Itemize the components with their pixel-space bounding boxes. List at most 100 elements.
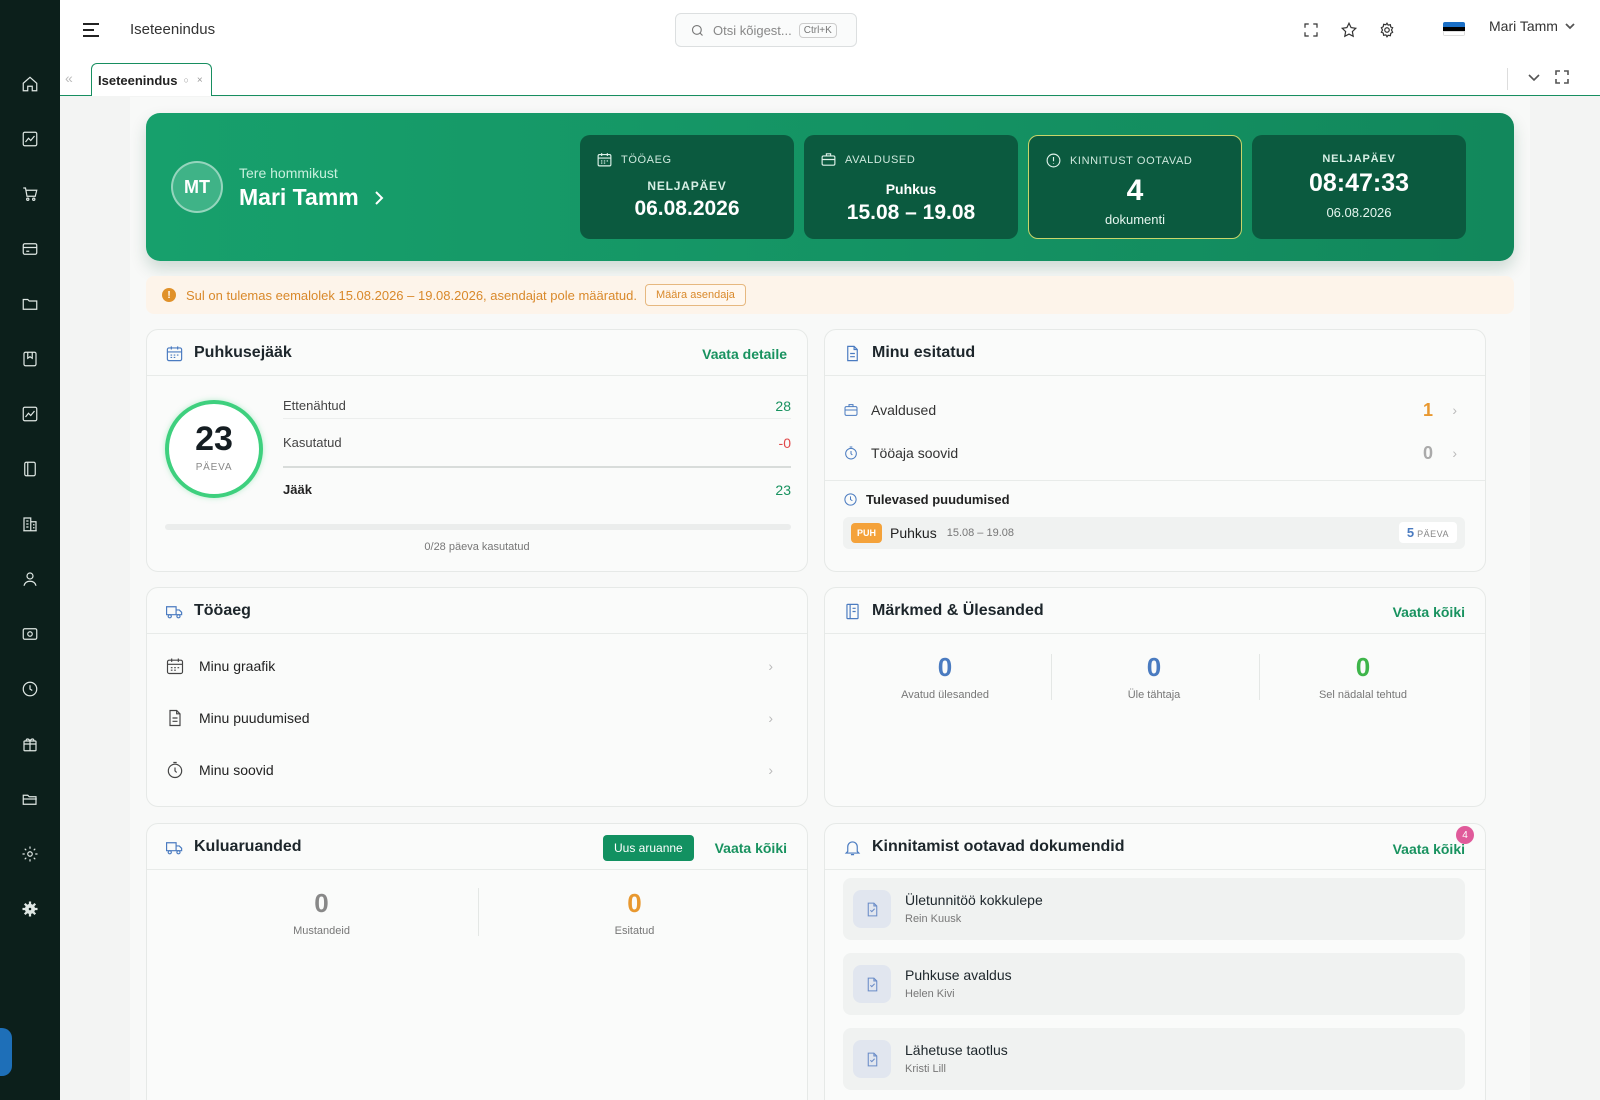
balance-row-entitled: Ettenähtud 28 — [283, 398, 791, 414]
calendar-icon — [596, 151, 613, 168]
applications-card[interactable]: AVALDUSED Puhkus 15.08 – 19.08 — [804, 135, 1018, 239]
stopwatch-icon — [843, 445, 859, 461]
chart-icon-2[interactable] — [16, 400, 44, 428]
open-tasks-stat[interactable]: 0 Avatud ülesanded — [845, 652, 1045, 701]
chevron-right-icon: › — [768, 658, 773, 674]
row-value: 23 — [775, 482, 791, 498]
tab-iseteenindus[interactable]: Iseteenindus ○ × — [91, 63, 212, 96]
chevron-right-icon: › — [1452, 445, 1457, 461]
divider — [1051, 654, 1052, 700]
tab-label: Iseteenindus — [98, 72, 178, 88]
days-value: 5 — [1406, 525, 1415, 540]
view-all-link[interactable]: Vaata kõiki — [1393, 841, 1465, 857]
sidebar-handle[interactable] — [0, 1028, 12, 1076]
drafts-stat[interactable]: 0 Mustandeid — [165, 888, 478, 937]
my-absences-link[interactable]: Minu puudumised › — [165, 697, 787, 739]
search-input[interactable]: Otsi kõigest... Ctrl+K — [675, 13, 857, 47]
star-icon[interactable] — [1338, 19, 1360, 41]
my-requests-link[interactable]: Minu soovid › — [165, 749, 787, 791]
expense-reports-card: Kuluaruanded Uus aruanne Vaata kõiki 0 M… — [146, 823, 808, 1100]
days-remaining: 23 — [195, 420, 233, 458]
card-title: Kuluaruanded — [194, 838, 302, 855]
absence-item[interactable]: PUH Puhkus 15.08 – 19.08 5 PÄEVA — [843, 517, 1465, 549]
submitted-stat[interactable]: 0 Esitatud — [478, 888, 791, 937]
user-menu[interactable]: Mari Tamm — [1489, 18, 1576, 34]
tab-close-icon[interactable]: × — [197, 75, 203, 86]
doc-title: Lähetuse taotlus — [905, 1042, 1008, 1058]
stat-label: Esitatud — [614, 925, 655, 937]
card-range: 15.08 – 19.08 — [846, 201, 976, 224]
pending-doc-item[interactable]: Lähetuse taotlus Kristi Lill — [843, 1028, 1465, 1090]
pending-approval-card[interactable]: KINNITUST OOTAVAD 4 dokumenti — [1028, 135, 1242, 239]
absence-dates: 15.08 – 19.08 — [946, 527, 1015, 539]
user-icon[interactable] — [16, 565, 44, 593]
chart-icon[interactable] — [16, 125, 44, 153]
home-icon[interactable] — [16, 70, 44, 98]
truck-icon — [165, 838, 184, 857]
settings-icon[interactable] — [16, 840, 44, 868]
link-label: Minu soovid — [199, 762, 274, 778]
stat-label: Avatud ülesanded — [901, 689, 989, 701]
pending-doc-item[interactable]: Ületunnitöö kokkulepe Rein Kuusk — [843, 878, 1465, 940]
gift-icon[interactable] — [16, 730, 44, 758]
tab-reload-icon[interactable]: ○ — [183, 75, 188, 85]
cart-icon[interactable] — [16, 180, 44, 208]
user-name: Mari Tamm — [1489, 18, 1558, 34]
view-all-link[interactable]: Vaata kõiki — [1393, 604, 1465, 620]
ledger-icon[interactable] — [16, 455, 44, 483]
document-icon — [843, 344, 862, 363]
page-title: Iseteenindus — [130, 21, 216, 38]
balance-row-remaining: Jääk 23 — [283, 482, 791, 498]
doc-person: Helen Kivi — [905, 988, 955, 1000]
chevron-right-icon: › — [1452, 402, 1457, 418]
days-ring: 23 PÄEVA — [165, 400, 263, 498]
applications-row[interactable]: Avaldused 1 › — [843, 390, 1465, 430]
tabs-dropdown-icon[interactable] — [1526, 69, 1544, 87]
profile-link[interactable]: Mari Tamm — [239, 184, 385, 211]
worktime-card[interactable]: TÖÖAEG NELJAPÄEV 06.08.2026 — [580, 135, 794, 239]
settings-filled-icon[interactable] — [16, 895, 44, 923]
worktime-card-panel: Tööaeg Minu graafik › Minu puudumised › … — [146, 587, 808, 807]
stopwatch-icon — [165, 760, 185, 780]
gear-icon[interactable] — [1376, 19, 1398, 41]
folder-icon[interactable] — [16, 290, 44, 318]
assign-substitute-button[interactable]: Määra asendaja — [645, 284, 746, 306]
card-title: Kinnitamist ootavad dokumendid — [872, 838, 1125, 855]
folder-open-icon[interactable] — [16, 785, 44, 813]
main-content: MT Tere hommikust Mari Tamm TÖÖAEG NELJA… — [130, 97, 1530, 1100]
chevron-down-icon — [1564, 20, 1576, 32]
document-check-icon — [853, 1040, 891, 1078]
building-icon[interactable] — [16, 510, 44, 538]
money-icon[interactable] — [16, 620, 44, 648]
row-value: 1 — [1422, 399, 1433, 420]
document-icon — [165, 708, 185, 728]
book-icon[interactable] — [16, 345, 44, 373]
fullscreen-icon[interactable] — [1300, 19, 1322, 41]
expand-icon[interactable] — [1554, 69, 1572, 87]
tabs-back-icon[interactable]: « — [65, 70, 73, 86]
clock-weekday: NELJAPÄEV — [1322, 153, 1396, 165]
divider — [1259, 654, 1260, 700]
card-date: 06.08.2026 — [634, 197, 740, 220]
days-unit: PÄEVA — [1417, 529, 1449, 539]
doc-person: Rein Kuusk — [905, 913, 962, 925]
menu-toggle-icon[interactable] — [80, 19, 102, 41]
my-schedule-link[interactable]: Minu graafik › — [165, 645, 787, 687]
view-all-link[interactable]: Vaata kõiki — [715, 840, 787, 856]
card-icon[interactable] — [16, 235, 44, 263]
done-this-week-stat[interactable]: 0 Sel nädalal tehtud — [1263, 652, 1463, 701]
pending-doc-item[interactable]: Puhkuse avaldus Helen Kivi — [843, 953, 1465, 1015]
overdue-stat[interactable]: 0 Üle tähtaja — [1054, 652, 1254, 701]
view-details-link[interactable]: Vaata detaile — [702, 346, 787, 362]
new-report-button[interactable]: Uus aruanne — [603, 835, 694, 861]
stat-label: Sel nädalal tehtud — [1318, 689, 1408, 701]
worktime-requests-row[interactable]: Tööaja soovid 0 › — [843, 433, 1465, 473]
vacation-balance-card: Puhkusejääk Vaata detaile 23 PÄEVA Etten… — [146, 329, 808, 572]
alert-circle-icon — [1045, 152, 1062, 169]
row-label: Jääk — [283, 482, 312, 497]
clock-icon[interactable] — [16, 675, 44, 703]
estonian-flag-icon[interactable] — [1443, 22, 1465, 36]
top-bar: Iseteenindus Otsi kõigest... Ctrl+K Mari… — [60, 0, 1600, 60]
pending-count-badge: 4 — [1456, 826, 1474, 844]
my-submitted-card: Minu esitatud Avaldused 1 › Tööaja soovi… — [824, 329, 1486, 572]
